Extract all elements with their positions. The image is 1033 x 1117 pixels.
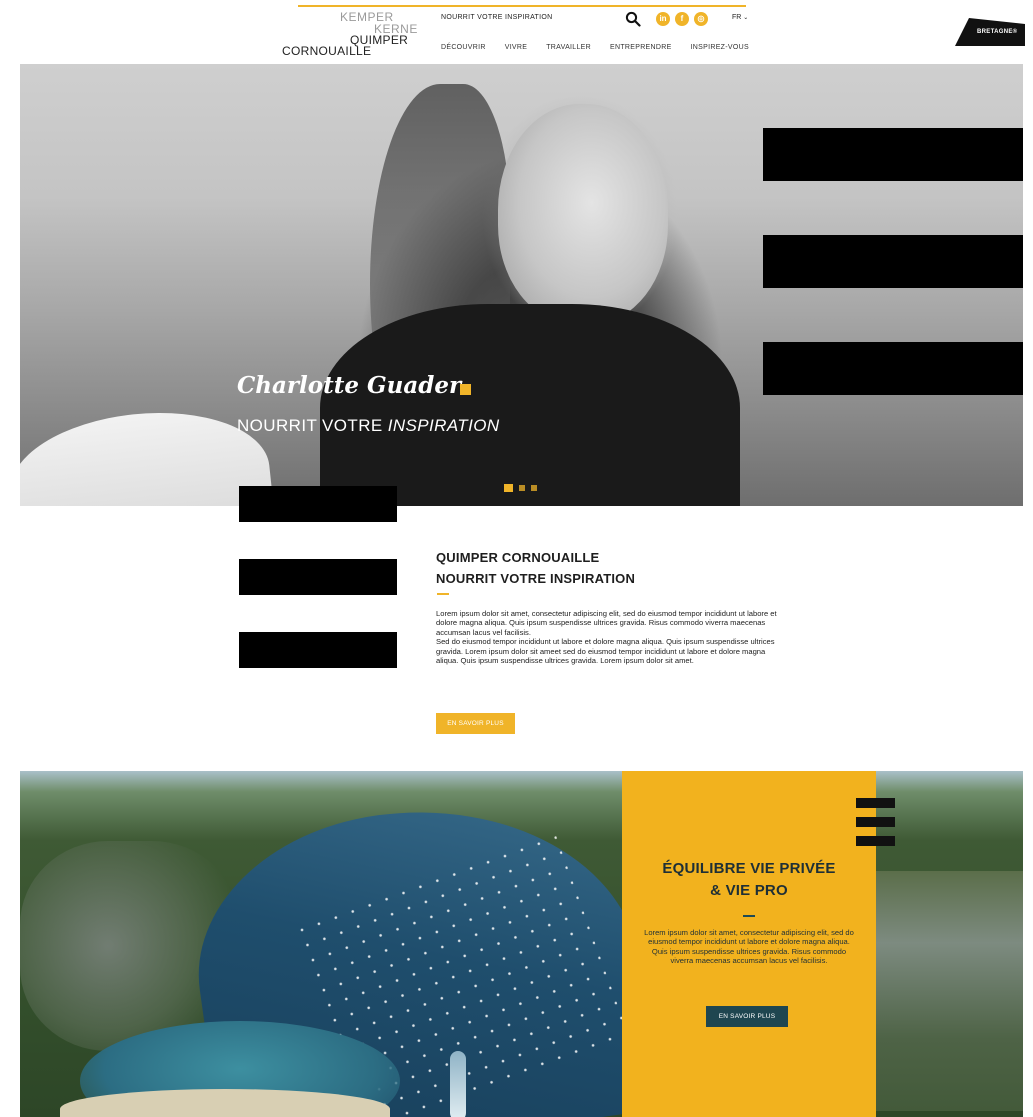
intro-title-line-1: QUIMPER CORNOUAILLE — [436, 550, 600, 565]
intro-paragraph-1: Lorem ipsum dolor sit amet, consectetur … — [436, 609, 777, 637]
main-nav: DÉCOUVRIR VIVRE TRAVAILLER ENTREPRENDRE … — [441, 44, 749, 51]
carousel-dots — [504, 484, 537, 492]
logo-line-cornouaille: CORNOUAILLE — [282, 44, 372, 58]
aerial-boat-wake — [450, 1051, 466, 1117]
intro-title-line-2: NOURRIT VOTRE INSPIRATION — [436, 571, 636, 586]
hero-tagline-emphasis: INSPIRATION — [387, 416, 500, 435]
redaction-bar — [239, 486, 397, 522]
aerial-town-right — [875, 871, 1023, 1111]
intro-body: Lorem ipsum dolor sit amet, consectetur … — [436, 609, 781, 665]
left-margin — [0, 0, 20, 1117]
nav-item-entreprendre[interactable]: ENTREPRENDRE — [610, 44, 672, 51]
redaction-bar — [856, 836, 895, 846]
hero-tagline-main: NOURRIT VOTRE — [237, 416, 388, 435]
bretagne-badge[interactable]: BRETAGNE® — [955, 18, 1025, 46]
redaction-bar — [763, 342, 1023, 395]
language-value: FR — [732, 14, 742, 21]
carousel-dot-3[interactable] — [531, 485, 537, 491]
feature-title-line-2: & VIE PRO — [710, 882, 788, 899]
hero-name: Charlotte Guader — [237, 372, 462, 399]
header-tagline-link[interactable]: NOURRIT VOTRE INSPIRATION — [441, 14, 552, 21]
chevron-down-icon: ⌄ — [743, 15, 749, 21]
hero-banner: Charlotte Guader NOURRIT VOTRE INSPIRATI… — [20, 64, 1023, 506]
redaction-bar — [763, 128, 1023, 181]
nav-item-decouvrir[interactable]: DÉCOUVRIR — [441, 44, 486, 51]
page: KEMPER KERNE QUIMPER CORNOUAILLE NOURRIT… — [0, 0, 1033, 1117]
feature-learn-more-button[interactable]: EN SAVOIR PLUS — [706, 1006, 788, 1027]
redaction-bar — [239, 632, 397, 668]
feature-body: Lorem ipsum dolor sit amet, consectetur … — [644, 928, 854, 966]
feature-title: ÉQUILIBRE VIE PRIVÉE & VIE PRO — [622, 858, 876, 902]
search-icon[interactable] — [625, 11, 641, 27]
carousel-dot-1[interactable] — [504, 484, 513, 492]
feature-title-line-1: ÉQUILIBRE VIE PRIVÉE — [662, 860, 836, 877]
hero-tagline: NOURRIT VOTRE INSPIRATION — [237, 416, 500, 436]
nav-item-vivre[interactable]: VIVRE — [505, 44, 528, 51]
hero-name-badge-icon — [460, 384, 471, 395]
intro-accent-line — [437, 593, 449, 595]
instagram-icon[interactable]: ◎ — [694, 12, 708, 26]
intro-learn-more-button[interactable]: EN SAVOIR PLUS — [436, 713, 515, 734]
bretagne-badge-label: BRETAGNE® — [977, 29, 1018, 35]
carousel-dot-2[interactable] — [519, 485, 525, 491]
intro-paragraph-2: Sed do eiusmod tempor incididunt ut labo… — [436, 637, 775, 666]
redaction-bar — [239, 559, 397, 595]
redaction-bar — [763, 235, 1023, 288]
site-logo[interactable]: KEMPER KERNE QUIMPER CORNOUAILLE — [282, 11, 417, 60]
redaction-bar — [856, 798, 895, 808]
site-header: KEMPER KERNE QUIMPER CORNOUAILLE NOURRIT… — [20, 0, 1025, 64]
facebook-icon[interactable]: f — [675, 12, 689, 26]
hero-photo-wetsuit — [320, 304, 740, 506]
redaction-bar — [856, 817, 895, 827]
header-accent-line — [298, 5, 746, 7]
feature-accent-line — [743, 915, 755, 917]
linkedin-icon[interactable]: in — [656, 12, 670, 26]
nav-item-travailler[interactable]: TRAVAILLER — [546, 44, 591, 51]
language-selector[interactable]: FR ⌄ — [732, 14, 748, 21]
nav-item-inspirez-vous[interactable]: INSPIREZ-VOUS — [691, 44, 749, 51]
hero-photo-face — [498, 104, 668, 324]
intro-title: QUIMPER CORNOUAILLE NOURRIT VOTRE INSPIR… — [436, 547, 635, 589]
